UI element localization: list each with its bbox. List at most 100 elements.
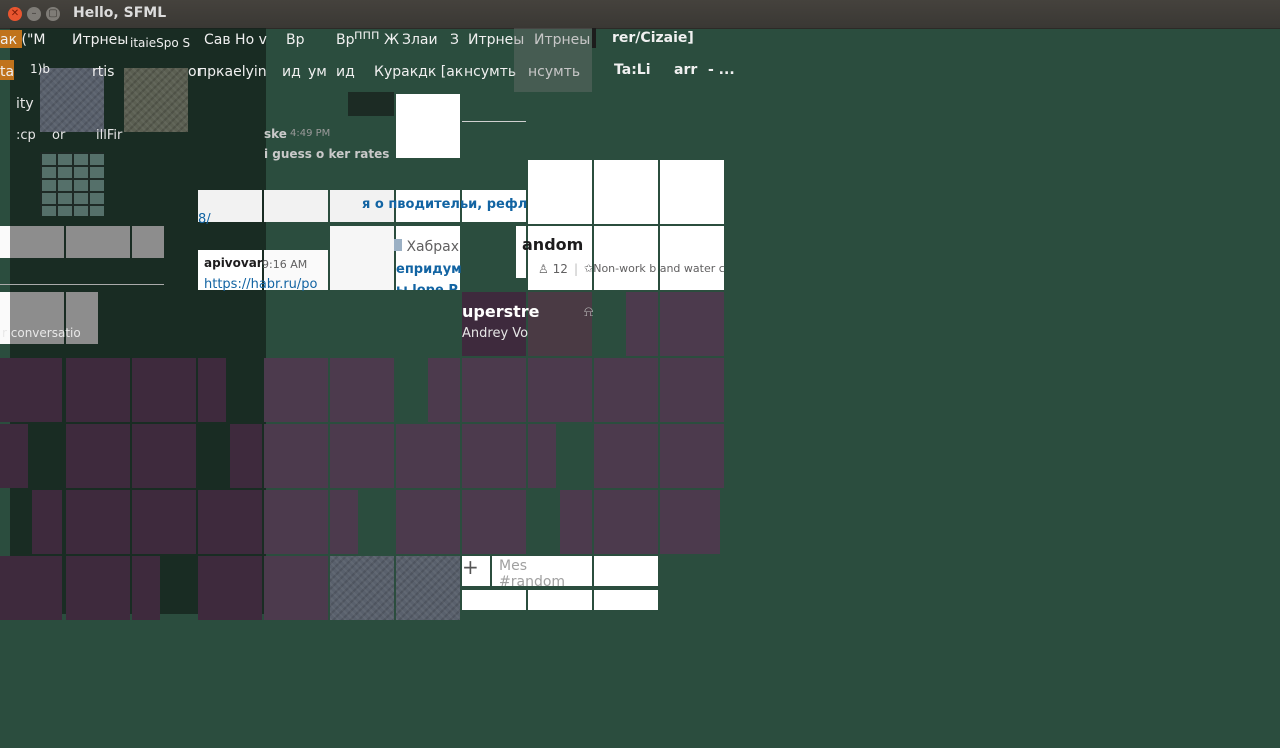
purple-tile [330,358,394,422]
sidebar-tile [66,226,130,258]
message-link[interactable]: 8/ [198,212,211,227]
channel-name[interactable]: andom [522,235,583,254]
menu-item[interactable]: Итрнеы [72,32,128,48]
window-titlebar: ✕ – ▢ Hello, SFML [0,0,1280,29]
channel-header-tile [660,160,724,224]
menu-item[interactable]: Ж [384,32,399,48]
purple-tile [132,490,196,554]
menu-item[interactable]: З [450,32,459,48]
purple-tile [0,556,62,620]
purple-tile [462,490,526,554]
member-count[interactable]: ♙ 12 [538,262,568,276]
composer-tile [528,590,592,610]
message-link[interactable]: https://habr.ru/po [204,277,318,292]
menu-item[interactable]: Вр [336,32,355,48]
purple-tile [330,424,394,488]
purple-tile [560,490,592,554]
menu-item[interactable]: ид [282,64,301,80]
plus-icon: + [462,556,479,579]
purple-tile [0,424,28,488]
menu-item[interactable]: нсумть [464,64,516,80]
purple-tile [330,490,358,554]
bell-icon[interactable]: ⍾ [584,304,593,320]
maximize-window-button[interactable]: ▢ [46,7,60,21]
channel-header-tile [660,226,724,290]
purple-tile [198,490,262,554]
menu-item[interactable]: ум [308,64,327,80]
sidebar-tile [10,226,64,258]
purple-tile [264,358,328,422]
purple-tile [66,490,130,554]
purple-tile [396,490,460,554]
avatar[interactable] [348,92,394,116]
link-site-name: Хабрах [394,239,459,255]
sidebar-gap-tile [0,226,10,258]
dm-title[interactable]: uperstre [462,302,540,321]
purple-tile [32,490,62,554]
menu-item[interactable]: rer/Cizaie] [612,30,694,46]
minimize-window-button[interactable]: – [27,7,41,21]
pin-icon: ✩ [584,262,594,275]
menu-item[interactable]: 1)b [30,62,50,76]
sidebar-item-label[interactable]: :cp [16,128,36,143]
sidebar-item-label[interactable]: illFir [96,128,122,143]
purple-tile [198,556,262,620]
link-preview-subtitle[interactable]: ы lope P [396,283,458,290]
menu-item[interactable]: arr [674,62,697,78]
purple-tile [462,424,526,488]
link-preview-subtitle[interactable]: епридум [396,262,462,277]
menu-item[interactable]: ак ("M [0,32,45,48]
menu-item[interactable]: Ta:Li [614,62,651,78]
menu-item[interactable]: itaieSpo S [130,36,190,50]
menu-item[interactable]: Вр [286,32,305,48]
message-author[interactable]: apivovar [204,256,263,270]
purple-tile [264,490,328,554]
menu-separator [592,28,596,48]
menu-item[interactable]: - ... [708,62,735,78]
purple-tile [66,358,130,422]
channel-topic[interactable]: ✩Non-work b and water c [584,262,725,275]
purple-tile [528,424,556,488]
purple-tile [132,424,196,488]
divider [0,284,164,285]
message-input[interactable]: Mes #random [492,556,592,586]
maximize-icon: ▢ [48,8,58,19]
menu-item[interactable]: ид [336,64,355,80]
sidebar-item-label[interactable]: ity [16,96,34,112]
composer-add-button[interactable]: + [462,556,490,586]
purple-tile [132,556,160,620]
close-icon: ✕ [10,8,20,19]
message-card [264,190,328,222]
menu-item[interactable]: Куракдк [ак [374,64,463,80]
brick-texture-tile [40,152,104,216]
message-timestamp: 4:49 PM [290,128,331,139]
purple-tile [396,424,460,488]
message-timestamp: 9:16 AM [262,258,308,271]
composer-tile [462,590,526,610]
purple-tile [132,358,196,422]
stone-texture-tile [124,68,188,132]
menu-item[interactable]: пркаelyin [198,64,267,80]
message-author[interactable]: ske [264,127,287,141]
menu-item[interactable]: ta [0,64,14,80]
menu-item[interactable]: Злаи [402,32,438,48]
purple-tile [660,490,720,554]
purple-tile [660,424,724,488]
sidebar-item-label[interactable]: or [52,128,65,143]
menu-item[interactable]: rtis [92,64,114,80]
menu-item[interactable]: Сав Но v [204,32,267,48]
dm-person[interactable]: Andrey Vo [462,326,528,341]
purple-tile [462,358,526,422]
sidebar-footer-text[interactable]: r conversatio [2,326,81,340]
purple-tile [66,424,130,488]
menu-item[interactable]: ппп [354,28,380,43]
link-preview-title[interactable]: я о пводительи, рефлек [362,197,545,212]
message-text: i guess o ker rates [264,147,390,161]
purple-tile [528,358,592,422]
close-window-button[interactable]: ✕ [8,7,22,21]
window-title: Hello, SFML [73,5,167,21]
purple-tile [660,358,724,422]
purple-tile [264,424,328,488]
stone-texture-tile [396,556,460,620]
message-input-placeholder: Mes #random [499,558,566,586]
